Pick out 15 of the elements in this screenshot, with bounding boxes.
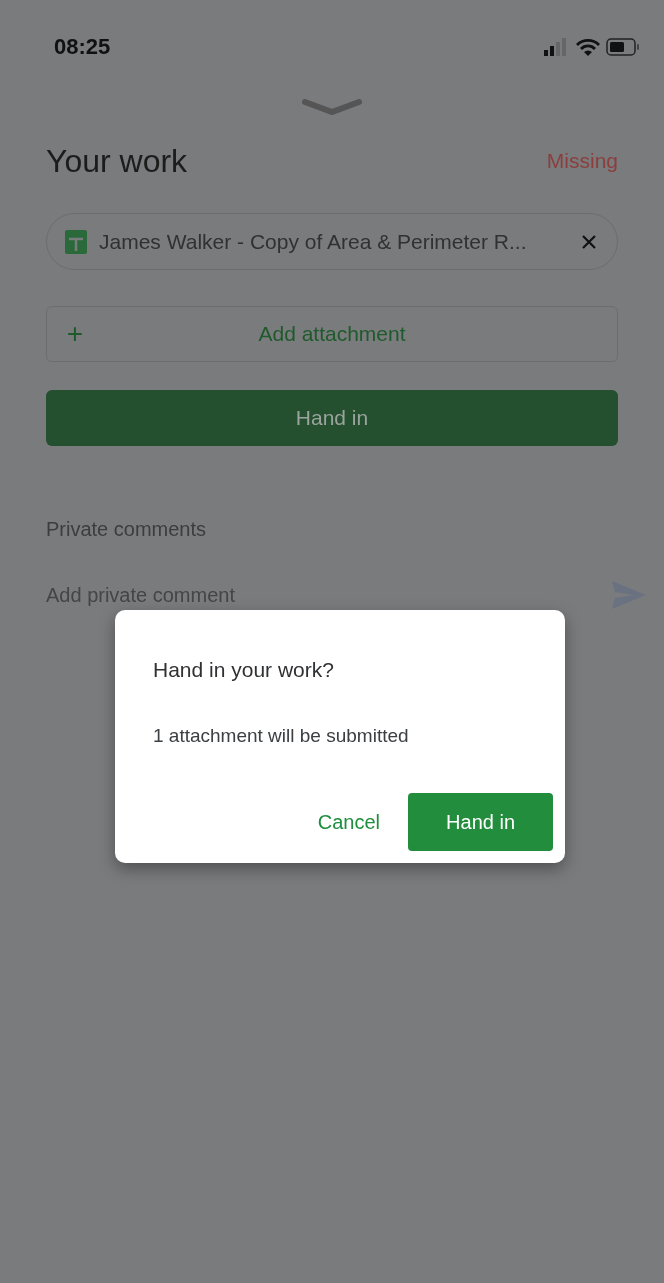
chevron-down-icon[interactable] bbox=[302, 99, 362, 115]
private-comments-title: Private comments bbox=[46, 517, 208, 542]
section-title: Your work bbox=[46, 142, 188, 181]
dialog-message: 1 attachment will be submitted bbox=[153, 723, 410, 748]
close-icon[interactable] bbox=[581, 233, 597, 250]
attachment-name: James Walker - Copy of Area & Perimeter R... bbox=[99, 228, 528, 255]
cancel-button[interactable]: Cancel bbox=[317, 807, 381, 837]
dialog-title: Hand in your work? bbox=[153, 657, 335, 683]
add-attachment-button[interactable]: + Add attachment bbox=[46, 306, 618, 362]
status-label: Missing bbox=[546, 148, 618, 175]
spreadsheet-icon bbox=[65, 229, 87, 254]
wifi-icon bbox=[576, 37, 600, 56]
status-time: 08:25 bbox=[54, 33, 111, 61]
battery-icon bbox=[606, 37, 640, 56]
confirm-button[interactable]: Hand in bbox=[408, 793, 553, 851]
